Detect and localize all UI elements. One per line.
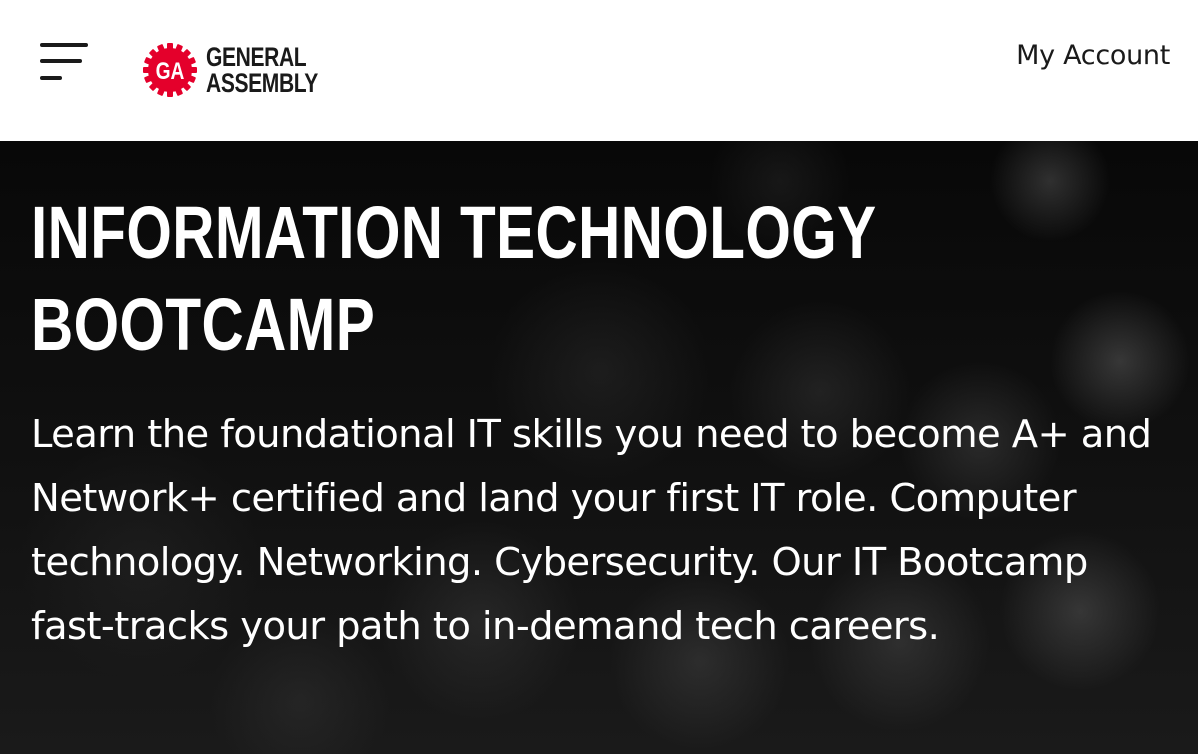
title-line-2: BOOTCAMP [31,283,376,366]
hero-section: INFORMATION TECHNOLOGY BOOTCAMP Learn th… [0,141,1198,754]
menu-bar [40,76,62,80]
ga-gear-logo-icon: GA [143,43,197,97]
page-title: INFORMATION TECHNOLOGY BOOTCAMP [31,187,900,371]
hamburger-menu-icon[interactable] [40,43,88,83]
my-account-link[interactable]: My Account [1016,40,1170,71]
site-header: GA GENERAL ASSEMBLY My Account [0,0,1198,141]
menu-bar [40,43,88,47]
general-assembly-logo[interactable]: GA GENERAL ASSEMBLY [142,42,350,98]
logo-wordmark: GENERAL ASSEMBLY [206,42,318,98]
menu-bar [40,59,82,63]
hero-description: Learn the foundational IT skills you nee… [31,412,1152,649]
logo-mark-text: GA [156,57,185,85]
logo-line-1: GENERAL [206,42,307,72]
title-line-1: INFORMATION TECHNOLOGY [31,191,877,274]
logo-line-2: ASSEMBLY [206,68,318,98]
